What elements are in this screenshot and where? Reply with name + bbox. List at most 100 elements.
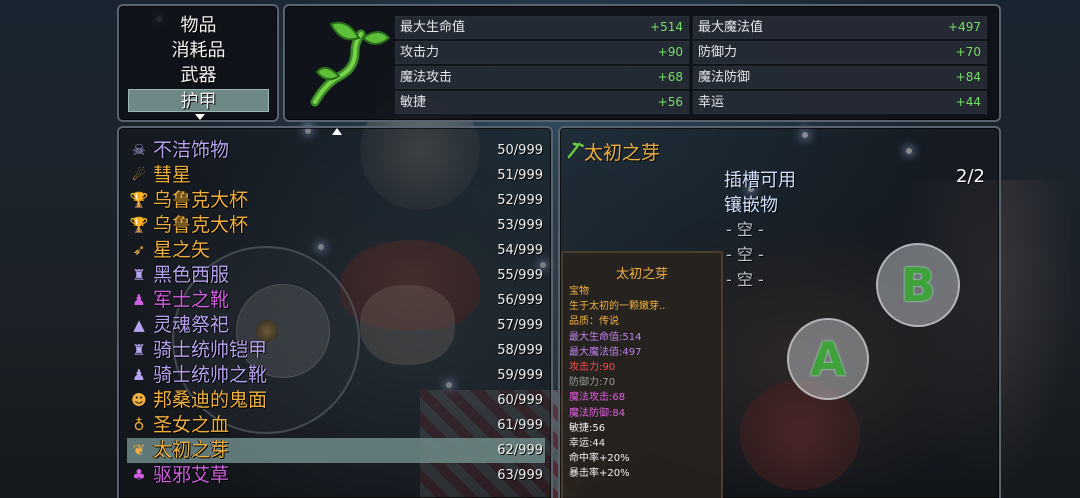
suit-icon: ♜	[132, 266, 146, 284]
item-name: 骑士统帅铠甲	[153, 339, 268, 361]
tooltip-line: 命中率+20%	[569, 453, 630, 465]
stat-value: +497	[948, 20, 981, 34]
armor-icon: ♜	[132, 341, 146, 359]
stat-label: 最大生命值	[400, 20, 466, 35]
scroll-up-icon[interactable]	[332, 128, 342, 135]
stat-label: 魔法防御	[698, 70, 751, 85]
inventory-row[interactable]: 🏆 乌鲁克大杯 53/999	[127, 213, 545, 238]
item-name: 彗星	[153, 164, 192, 186]
item-quantity: 50/999	[497, 143, 543, 158]
inventory-row[interactable]: ☄ 彗星 51/999	[127, 163, 545, 188]
comet-icon: ☄	[132, 166, 146, 184]
item-quantity: 61/999	[497, 418, 543, 433]
stat-label: 防御力	[698, 45, 738, 60]
inventory-row[interactable]: ♟ 骑士统帅之靴 59/999	[127, 363, 545, 388]
trophy-icon: 🏆	[129, 191, 149, 209]
item-quantity: 57/999	[497, 318, 543, 333]
a-button[interactable]: A	[787, 318, 869, 400]
empty-slot-1[interactable]: - 空 -	[726, 216, 764, 240]
stat-agility: 敏捷 +56	[395, 91, 689, 114]
boot-icon: ♟	[132, 291, 146, 309]
item-quantity: 63/999	[497, 468, 543, 483]
inventory-row[interactable]: ♁ 圣女之血 61/999	[127, 413, 545, 438]
item-title: 太初之芽	[584, 142, 661, 164]
inventory-row[interactable]: ♜ 骑士统帅铠甲 58/999	[127, 338, 545, 363]
scroll-down-icon[interactable]	[195, 114, 205, 120]
arrow-icon: ➶	[132, 241, 146, 259]
item-quantity: 58/999	[497, 343, 543, 358]
stat-label: 最大魔法值	[698, 20, 764, 35]
item-name: 乌鲁克大杯	[153, 189, 249, 211]
empty-slot-2[interactable]: - 空 -	[726, 241, 764, 265]
sprout-icon: ❦	[132, 441, 146, 459]
inventory-row[interactable]: ♣ 驱邪艾草 63/999	[127, 463, 545, 488]
category-item-weapons[interactable]: 武器	[128, 64, 269, 87]
inventory-row[interactable]: ➶ 星之矢 54/999	[127, 238, 545, 263]
sprout-icon	[567, 142, 584, 159]
tooltip-line: 生于太初的一颗嫩芽..	[569, 301, 666, 313]
potion-icon: ♁	[133, 416, 145, 434]
inventory-row[interactable]: ▲ 灵魂祭祀 57/999	[127, 313, 545, 338]
skull-necklace-icon: ☠	[132, 141, 146, 159]
stat-magic-attack: 魔法攻击 +68	[395, 66, 689, 89]
inventory-row[interactable]: 🏆 乌鲁克大杯 52/999	[127, 188, 545, 213]
tooltip-line: 最大魔法值:497	[569, 346, 642, 358]
item-quantity: 59/999	[497, 368, 543, 383]
inventory-row[interactable]: ♟ 军士之靴 56/999	[127, 288, 545, 313]
trophy-icon: 🏆	[129, 216, 149, 234]
boot-icon: ♟	[132, 366, 146, 384]
stat-label: 魔法攻击	[400, 70, 453, 85]
item-name: 灵魂祭祀	[153, 314, 230, 336]
item-name: 乌鲁克大杯	[153, 214, 249, 236]
slots-available-label: 插槽可用	[724, 170, 796, 191]
item-tooltip-card: 太初之芽 宝物 生于太初的一颗嫩芽.. 品质：传说 最大生命值:514 最大魔法值:49…	[561, 251, 723, 498]
tooltip-line: 敏捷:56	[569, 422, 606, 434]
item-name: 不洁饰物	[153, 139, 230, 161]
inventory-list: ☠ 不洁饰物 50/999 ☄ 彗星 51/999 🏆 乌鲁克大杯 52/999 🏆 乌鲁克大杯 53…	[117, 126, 553, 498]
tooltip-line: 品质：传说	[569, 316, 619, 328]
stat-defense: 防御力 +70	[693, 41, 987, 64]
item-quantity: 54/999	[497, 243, 543, 258]
tooltip-line: 攻击力:90	[569, 362, 616, 373]
item-quantity: 52/999	[497, 193, 543, 208]
tooltip-line: 幸运:44	[569, 438, 606, 449]
item-name: 军士之靴	[153, 289, 230, 311]
stat-value: +514	[650, 20, 683, 34]
category-item-armor[interactable]: 护甲	[128, 89, 269, 112]
stat-attack: 攻击力 +90	[395, 41, 689, 64]
inventory-row[interactable]: ☠ 不洁饰物 50/999	[127, 138, 545, 163]
b-button[interactable]: B	[876, 243, 960, 327]
tooltip-line: 暴击率+20%	[569, 468, 630, 480]
inventory-row[interactable]: ❦ 太初之芽 62/999	[127, 438, 545, 463]
tooltip-title: 太初之芽	[615, 267, 668, 282]
category-item-items[interactable]: 物品	[128, 14, 269, 37]
tooltip-line: 防御力:70	[569, 377, 616, 389]
stat-max-mp: 最大魔法值 +497	[693, 16, 987, 39]
tooltip-line: 宝物	[569, 286, 589, 297]
stat-value: +70	[955, 45, 981, 59]
item-quantity: 60/999	[497, 393, 543, 408]
stat-value: +68	[657, 70, 683, 84]
item-quantity: 53/999	[497, 218, 543, 233]
inventory-row[interactable]: ☻ 邦桑迪的鬼面 60/999	[127, 388, 545, 413]
slot-count: 2/2	[956, 166, 985, 187]
stat-label: 敏捷	[400, 95, 427, 110]
stat-value: +84	[955, 70, 981, 84]
item-quantity: 62/999	[497, 443, 543, 458]
herb-icon: ♣	[132, 466, 146, 484]
tooltip-line: 魔法攻击:68	[569, 392, 626, 404]
item-name: 太初之芽	[153, 439, 230, 461]
stat-value: +56	[657, 95, 683, 109]
mask-icon: ☻	[131, 391, 147, 409]
inventory-row[interactable]: ♜ 黑色西服 55/999	[127, 263, 545, 288]
stat-value: +44	[955, 95, 981, 109]
item-quantity: 56/999	[497, 293, 543, 308]
item-quantity: 55/999	[497, 268, 543, 283]
item-name: 黑色西服	[153, 264, 230, 286]
stat-max-hp: 最大生命值 +514	[395, 16, 689, 39]
item-name: 圣女之血	[153, 414, 230, 436]
item-name: 骑士统帅之靴	[153, 364, 268, 386]
empty-slot-3[interactable]: - 空 -	[726, 266, 764, 290]
category-item-consumables[interactable]: 消耗品	[128, 39, 269, 62]
item-stats-panel: 最大生命值 +514 最大魔法值 +497 攻击力 +90 防御力 +70 魔法…	[283, 4, 1001, 122]
